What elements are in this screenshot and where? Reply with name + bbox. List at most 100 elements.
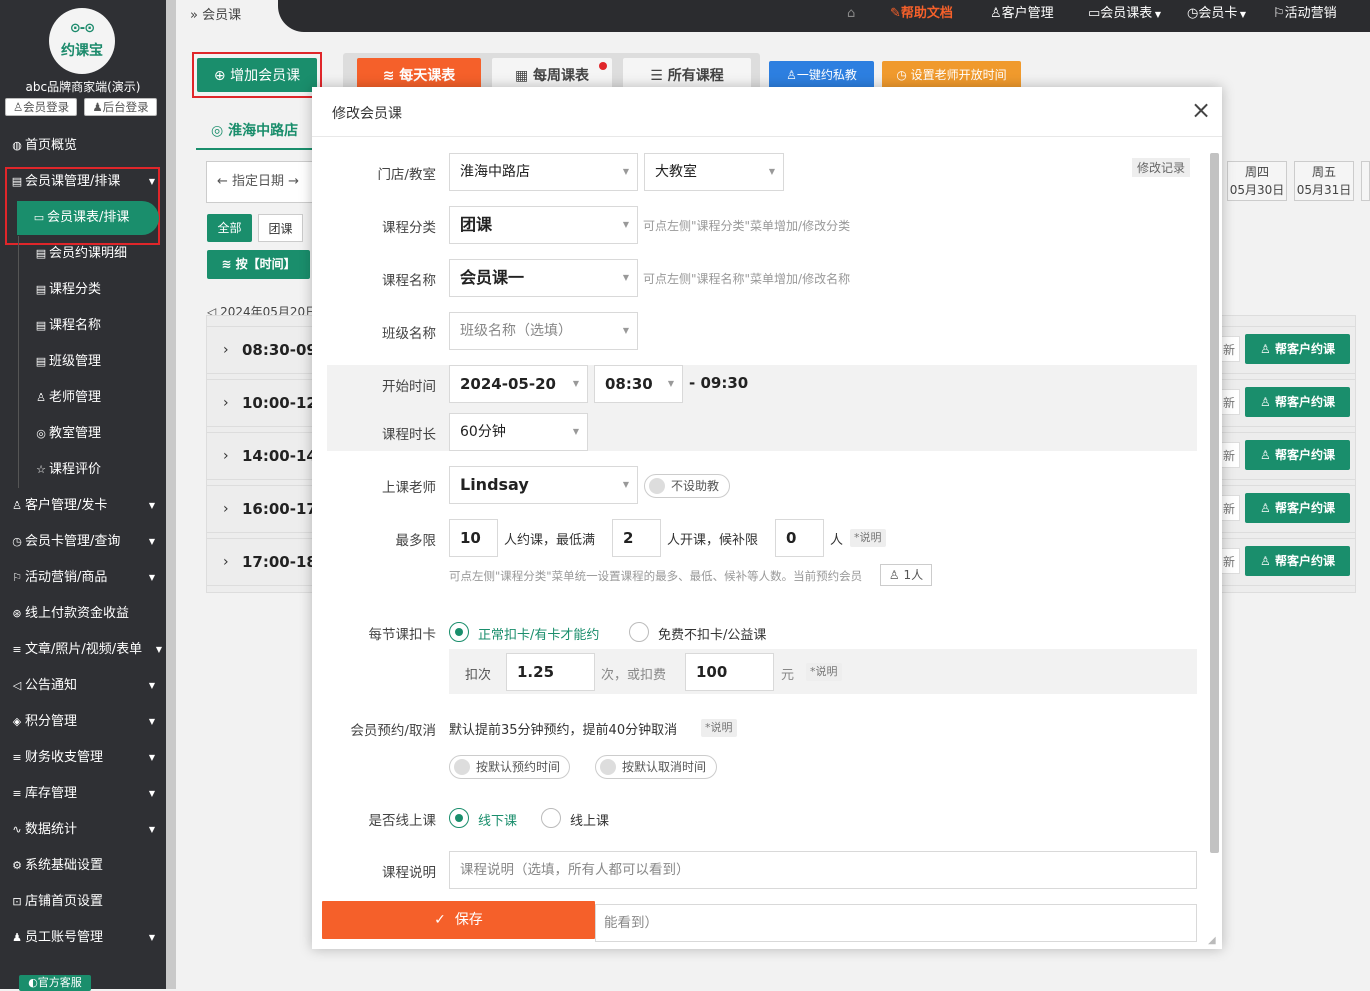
edit-log-link[interactable]: 修改记录 [1132, 158, 1191, 177]
help-docs-link[interactable]: ✎帮助文档 [890, 0, 953, 28]
deduct-explain[interactable]: *说明 [806, 663, 842, 681]
sliders-icon: ≡ [12, 751, 22, 764]
day-card-fri[interactable]: 周五 05月31日 [1294, 161, 1354, 201]
start-date-select[interactable]: 2024-05-20 ▼ [449, 365, 588, 403]
class-select[interactable]: 班级名称（选填） ▼ [449, 312, 638, 350]
deduct-normal-label[interactable]: 正常扣卡/有卡才能约 [478, 624, 599, 643]
online-course-label[interactable]: 线上课 [570, 810, 609, 829]
close-icon[interactable]: × [1191, 96, 1211, 124]
teacher-select[interactable]: Lindsay ▼ [449, 466, 638, 504]
subnav-category[interactable]: ▤ 课程分类 [18, 272, 166, 308]
modal-scrollbar[interactable] [1210, 153, 1219, 853]
nav-item-stats[interactable]: ∿ 数据统计 ▼ [0, 812, 166, 848]
nav-item-marketing[interactable]: ⚐ 活动营销/商品 ▼ [0, 560, 166, 596]
day-card-next[interactable] [1361, 161, 1370, 201]
start-time-select[interactable]: 08:30 ▼ [594, 365, 683, 403]
user-icon: ♙ [36, 391, 46, 404]
help-book-button[interactable]: ♙ 帮客户约课 [1245, 334, 1350, 364]
filter-group[interactable]: 团课 [258, 214, 303, 242]
offline-radio[interactable] [449, 808, 469, 828]
duration-select[interactable]: 60分钟 ▼ [449, 413, 588, 451]
nav-item-system[interactable]: ⚙ 系统基础设置 [0, 848, 166, 884]
min-input[interactable]: 2 [612, 519, 661, 557]
sliders-icon: ≡ [12, 643, 22, 656]
help-book-button[interactable]: ♙ 帮客户约课 [1245, 387, 1350, 417]
subnav-class[interactable]: ▤ 班级管理 [18, 344, 166, 380]
wait-input[interactable]: 0 [775, 519, 824, 557]
clock-icon: ◷ [12, 535, 22, 548]
filter-all[interactable]: 全部 [207, 214, 252, 242]
nav-item-course-mgmt[interactable]: ▤ 会员课管理/排课 ▼ [0, 164, 166, 200]
caret-down-icon: ▼ [148, 177, 155, 186]
nav-item-inventory[interactable]: ≡ 库存管理 ▼ [0, 776, 166, 812]
caret-down-icon: ▼ [148, 573, 155, 582]
caret-down-icon: ▼ [148, 501, 155, 510]
offline-label[interactable]: 线下课 [478, 810, 517, 829]
edit-icon: ✎ [890, 6, 901, 21]
nav-item-articles[interactable]: ≡ 文章/照片/视频/表单 ▼ [0, 632, 166, 668]
max-unit: 人约课，最低满 [504, 533, 596, 548]
cards-menu[interactable]: ◷会员卡 ▼ [1187, 0, 1246, 28]
online-radio[interactable] [541, 808, 561, 828]
subnav-course-name[interactable]: ▤ 课程名称 [18, 308, 166, 344]
nav-item-finance[interactable]: ≡ 财务收支管理 ▼ [0, 740, 166, 776]
help-book-button[interactable]: ♙ 帮客户约课 [1245, 493, 1350, 523]
nav-item-points[interactable]: ◈ 积分管理 ▼ [0, 704, 166, 740]
no-assistant-toggle[interactable]: 不设助教 [644, 474, 730, 498]
subnav-booking-detail[interactable]: ▤ 会员约课明细 [18, 236, 166, 272]
category-select[interactable]: 团课 ▼ [449, 206, 638, 244]
room-select[interactable]: 大教室 ▼ [644, 153, 784, 191]
nav-item-storefront[interactable]: ⊡ 店铺首页设置 [0, 884, 166, 920]
member-login-button[interactable]: ♙会员登录 [5, 98, 77, 116]
subnav-teacher[interactable]: ♙ 老师管理 [18, 380, 166, 416]
brand-logo[interactable]: ⊙-⊙ 约课宝 [49, 8, 115, 74]
help-book-button[interactable]: ♙ 帮客户约课 [1245, 546, 1350, 576]
save-button[interactable]: ✓ 保存 [322, 901, 595, 939]
deduct-normal-radio[interactable] [449, 622, 469, 642]
desc2-input[interactable]: 能看到） [595, 904, 1197, 942]
marketing-link[interactable]: ⚐活动营销 [1273, 0, 1337, 28]
chart-icon: ∿ [12, 823, 22, 836]
subnav-room[interactable]: ◎ 教室管理 [18, 416, 166, 452]
default-cancel-toggle[interactable]: 按默认取消时间 [595, 755, 717, 779]
deduct-free-label[interactable]: 免费不扣卡/公益课 [658, 624, 766, 643]
user-icon: ♙ [990, 6, 1002, 21]
limit-explain[interactable]: *说明 [850, 529, 886, 547]
booked-count[interactable]: ♙ 1人 [880, 564, 932, 586]
sidebar-scrollbar[interactable] [166, 0, 176, 989]
store-tab[interactable]: ◎ 淮海中路店 [211, 120, 298, 140]
resize-handle-icon[interactable]: ◢ [1208, 935, 1216, 946]
nav-item-customers[interactable]: ♙ 客户管理/发卡 ▼ [0, 488, 166, 524]
subnav-review[interactable]: ☆ 课程评价 [18, 452, 166, 488]
logo-mark: ⊙-⊙ [69, 21, 95, 36]
coin-icon: ⊛ [12, 607, 22, 620]
private-booking-button[interactable]: ♙一键约私教 [769, 61, 874, 89]
deduct-fee-input[interactable]: 100 [685, 653, 774, 691]
sort-by-time[interactable]: ≋ 按【时间】 [207, 250, 310, 279]
nav-item-staff[interactable]: ♟ 员工账号管理 ▼ [0, 920, 166, 956]
nav-item-notice[interactable]: ◁ 公告通知 ▼ [0, 668, 166, 704]
store-select[interactable]: 淮海中路店 ▼ [449, 153, 638, 191]
course-name-select[interactable]: 会员课一 ▼ [449, 259, 638, 297]
stack-icon: ≋ [221, 257, 232, 271]
user-icon: ♙ [1260, 501, 1271, 515]
admin-login-button[interactable]: ♟后台登录 [84, 98, 157, 116]
home-icon[interactable]: ⌂ [847, 0, 855, 28]
booking-explain[interactable]: *说明 [701, 719, 737, 737]
max-input[interactable]: 10 [449, 519, 498, 557]
teacher-time-button[interactable]: ◷ 设置老师开放时间 [882, 61, 1021, 89]
day-card-thu[interactable]: 周四 05月30日 [1227, 161, 1287, 201]
schedule-menu[interactable]: ▭会员课表 ▼ [1088, 0, 1161, 28]
deduct-times-input[interactable]: 1.25 [506, 653, 595, 691]
deduct-free-radio[interactable] [629, 622, 649, 642]
date-picker[interactable]: ← 指定日期 → [206, 161, 316, 203]
nav-item-cards[interactable]: ◷ 会员卡管理/查询 ▼ [0, 524, 166, 560]
desc-input[interactable]: 课程说明（选填，所有人都可以看到） [449, 851, 1197, 889]
customers-link[interactable]: ♙客户管理 [990, 0, 1054, 28]
subnav-schedule-active[interactable]: ▭ 会员课表/排课 [17, 201, 159, 235]
help-book-button[interactable]: ♙ 帮客户约课 [1245, 440, 1350, 470]
nav-item-home[interactable]: ◍ 首页概览 [0, 128, 166, 164]
default-booking-toggle[interactable]: 按默认预约时间 [449, 755, 570, 779]
double-chevron-icon: » [190, 8, 198, 23]
nav-item-payments[interactable]: ⊛ 线上付款资金收益 [0, 596, 166, 632]
